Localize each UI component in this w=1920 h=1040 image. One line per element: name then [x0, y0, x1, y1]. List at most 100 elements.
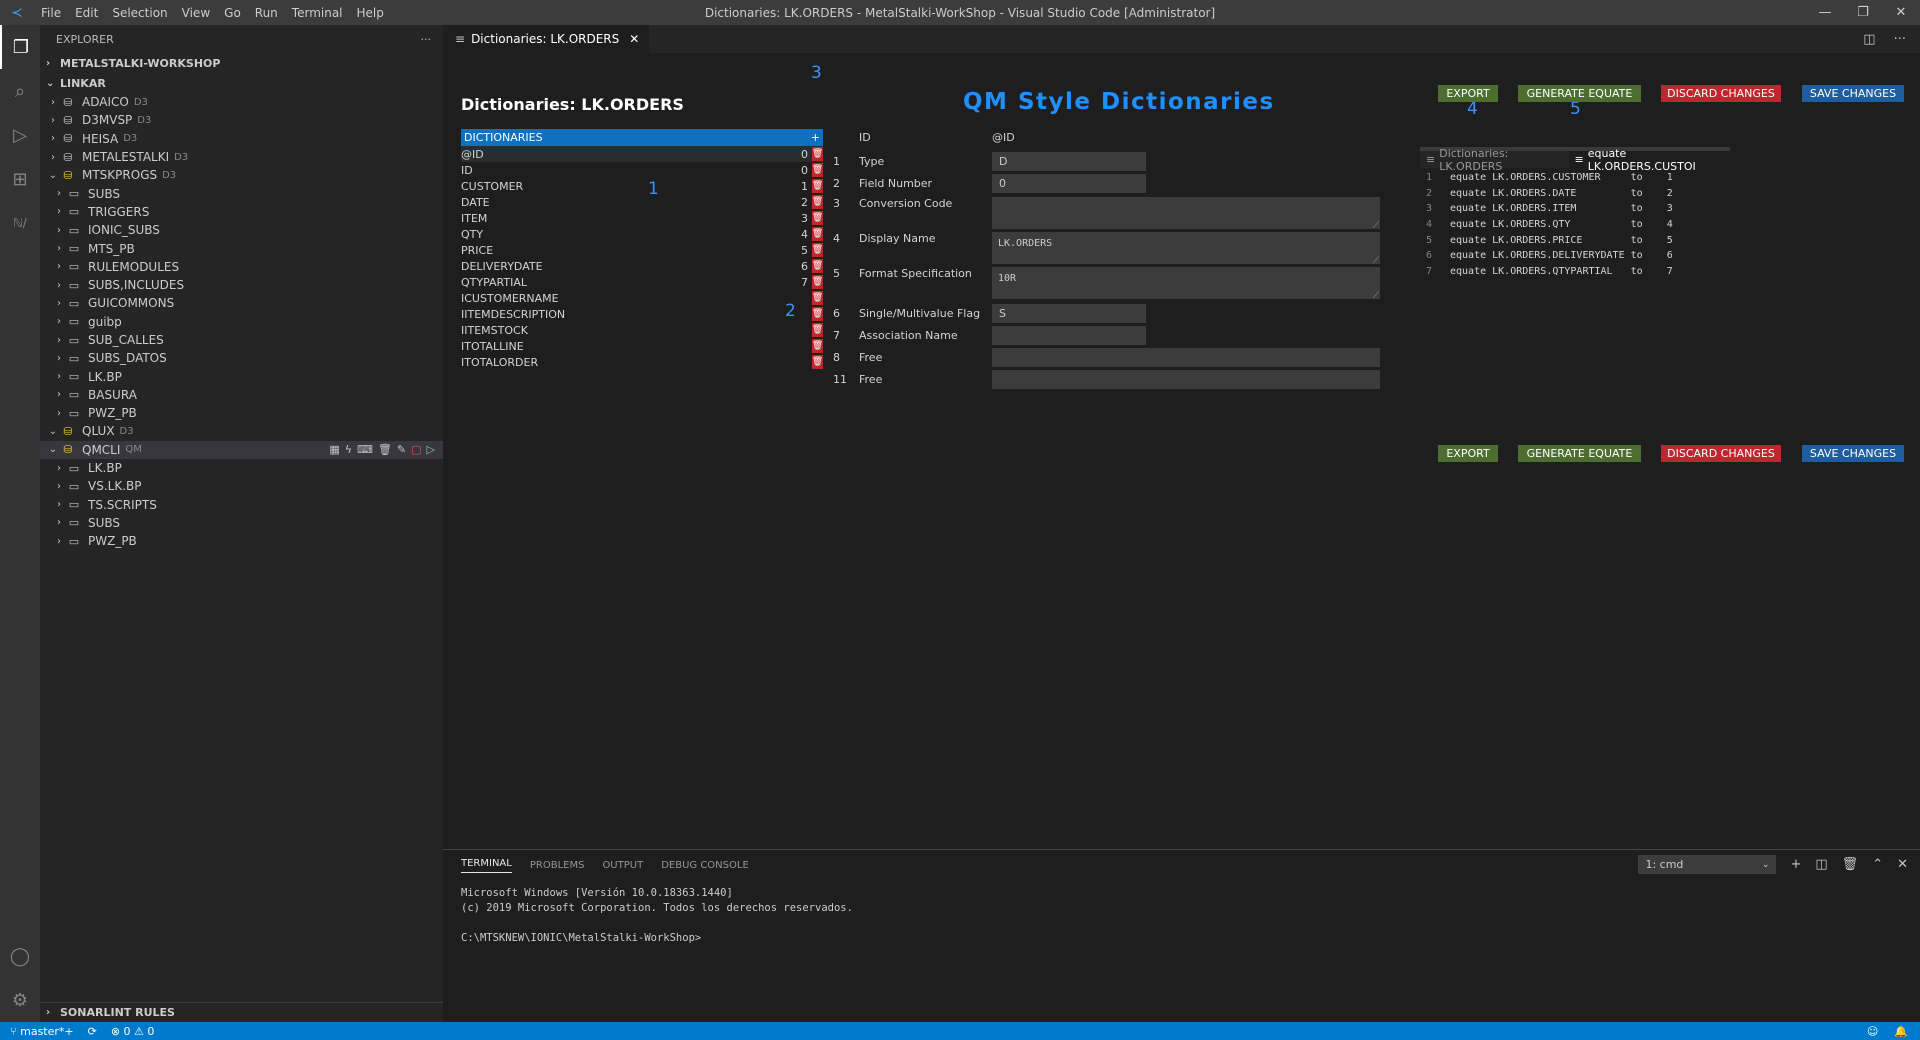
field-input[interactable] [992, 326, 1146, 345]
panel-tab-output[interactable]: OUTPUT [602, 860, 643, 871]
tree-item[interactable]: › ⛁ HEISA D3 [40, 130, 443, 148]
new-terminal-icon[interactable]: + [1790, 857, 1801, 872]
restore-icon[interactable]: ❐ [1844, 0, 1882, 25]
panel-tab-debug-console[interactable]: DEBUG CONSOLE [661, 860, 749, 871]
delete-icon[interactable]: 🗑 [812, 147, 823, 161]
dictionary-row[interactable]: ICUSTOMERNAME 🗑 [461, 290, 823, 306]
sonarlint-section[interactable]: › SONARLINT RULES [40, 1002, 443, 1022]
field-input[interactable]: D [992, 152, 1146, 171]
tree-item[interactable]: › ▭ IONIC_SUBS [40, 221, 443, 239]
git-branch[interactable]: ⑂ master*+ [10, 1025, 74, 1038]
discard-changes-button-bottom[interactable]: DISCARD CHANGES [1661, 445, 1781, 462]
tree-item[interactable]: › ▭ VS.LK.BP [40, 477, 443, 495]
stop-icon[interactable]: ▢ [411, 443, 421, 456]
dictionary-row[interactable]: PRICE 5 🗑 [461, 242, 823, 258]
workspace-section[interactable]: › METALSTALKI-WORKSHOP [40, 53, 443, 73]
sync-icon[interactable]: ⟳ [88, 1025, 97, 1038]
tree-item[interactable]: ⌄ ⛁ QLUX D3 [40, 422, 443, 440]
menu-terminal[interactable]: Terminal [285, 6, 350, 20]
tree-item[interactable]: › ▭ PWZ_PB [40, 532, 443, 550]
dictionary-row[interactable]: QTY 4 🗑 [461, 226, 823, 242]
tree-item[interactable]: › ▭ PWZ_PB [40, 404, 443, 422]
delete-icon[interactable]: 🗑 [812, 179, 823, 193]
linkar-icon[interactable]: ℕ∕ [0, 201, 40, 245]
tree-item[interactable]: › ▭ RULEMODULES [40, 258, 443, 276]
tree-item[interactable]: › ▭ LK.BP [40, 459, 443, 477]
tree-item[interactable]: › ▭ guibp [40, 313, 443, 331]
settings-gear-icon[interactable]: ⚙ [0, 978, 40, 1022]
field-input[interactable] [992, 348, 1380, 367]
delete-icon[interactable]: 🗑 [812, 195, 823, 209]
tree-item[interactable]: ⌄ ⛁ QMCLI QM ▦ ϟ ⌨ 🗑 ✎ ▢ ▷ [40, 440, 443, 459]
menu-view[interactable]: View [175, 6, 217, 20]
export-button-bottom[interactable]: EXPORT [1438, 445, 1498, 462]
dictionary-row[interactable]: IITEMSTOCK 🗑 [461, 322, 823, 338]
close-tab-icon[interactable]: ✕ [629, 32, 639, 46]
delete-icon[interactable]: 🗑 [812, 259, 823, 273]
split-editor-icon[interactable]: ◫ [1863, 32, 1875, 47]
field-textarea[interactable]: LK.ORDERS [992, 232, 1380, 266]
tree-item[interactable]: › ▭ GUICOMMONS [40, 294, 443, 312]
edit-icon[interactable]: ✎ [397, 443, 406, 456]
dictionary-row[interactable]: CUSTOMER 1 🗑 [461, 178, 823, 194]
dictionary-row[interactable]: QTYPARTIAL 7 🗑 [461, 274, 823, 290]
run-debug-icon[interactable]: ▷ [0, 113, 40, 157]
menu-edit[interactable]: Edit [68, 6, 105, 20]
more-actions-icon[interactable]: ··· [421, 33, 432, 46]
extensions-icon[interactable]: ⊞ [0, 157, 40, 201]
tree-item[interactable]: › ▭ SUBS [40, 184, 443, 202]
linkar-section[interactable]: ⌄ LINKAR [40, 73, 443, 93]
menu-help[interactable]: Help [350, 6, 391, 20]
delete-icon[interactable]: 🗑 [812, 323, 823, 337]
equate-code[interactable]: 1 equate LK.ORDERS.CUSTOMER to 1 2 equate L… [1420, 168, 1730, 282]
panel-tab-problems[interactable]: PROBLEMS [530, 860, 585, 871]
dictionary-row[interactable]: DATE 2 🗑 [461, 194, 823, 210]
split-terminal-icon[interactable]: ◫ [1815, 857, 1827, 872]
dictionary-row[interactable]: ITOTALORDER 🗑 [461, 354, 823, 370]
delete-icon[interactable]: 🗑 [812, 339, 823, 353]
tree-item[interactable]: › ▭ MTS_PB [40, 239, 443, 257]
account-icon[interactable]: ◯ [0, 934, 40, 978]
tree-item[interactable]: › ▭ SUB_CALLES [40, 331, 443, 349]
dictionary-row[interactable]: ITEM 3 🗑 [461, 210, 823, 226]
field-textarea[interactable]: 10R [992, 267, 1380, 301]
notifications-icon[interactable]: 🔔 [1894, 1025, 1908, 1038]
tree-item[interactable]: › ▭ SUBS,INCLUDES [40, 276, 443, 294]
minimize-icon[interactable]: — [1806, 0, 1844, 25]
panel-tab-terminal[interactable]: TERMINAL [461, 858, 512, 873]
close-window-icon[interactable]: ✕ [1882, 0, 1920, 25]
field-input[interactable] [992, 370, 1380, 389]
field-input[interactable]: S [992, 304, 1146, 323]
menu-run[interactable]: Run [248, 6, 285, 20]
close-panel-icon[interactable]: ✕ [1897, 857, 1908, 872]
tab-dictionaries[interactable]: ≡ Dictionaries: LK.ORDERS ✕ [443, 25, 650, 53]
tree-item[interactable]: › ▭ LK.BP [40, 367, 443, 385]
field-textarea[interactable] [992, 197, 1380, 231]
field-input[interactable]: 0 [992, 174, 1146, 193]
tree-item[interactable]: › ⛁ ADAICO D3 [40, 93, 443, 111]
dictionary-row[interactable]: DELIVERYDATE 6 🗑 [461, 258, 823, 274]
delete-icon[interactable]: 🗑 [812, 275, 823, 289]
generate-equate-button-bottom[interactable]: GENERATE EQUATE [1518, 445, 1641, 462]
search-icon[interactable]: ⌕ [0, 69, 40, 113]
table-icon[interactable]: ▦ [329, 443, 339, 456]
save-changes-button-bottom[interactable]: SAVE CHANGES [1802, 445, 1904, 462]
menu-go[interactable]: Go [217, 6, 248, 20]
menu-selection[interactable]: Selection [105, 6, 174, 20]
terminal-icon[interactable]: ⌨ [357, 443, 373, 456]
save-changes-button[interactable]: SAVE CHANGES [1802, 85, 1904, 102]
dictionary-row[interactable]: IITEMDESCRIPTION 🗑 [461, 306, 823, 322]
delete-icon[interactable]: 🗑 [812, 307, 823, 321]
trash-icon[interactable]: 🗑 [1842, 857, 1859, 872]
tree-item[interactable]: ⌄ ⛁ MTSKPROGS D3 [40, 166, 443, 184]
trash-icon[interactable]: 🗑 [378, 443, 392, 456]
tree-item[interactable]: › ▭ TS.SCRIPTS [40, 496, 443, 514]
discard-changes-button[interactable]: DISCARD CHANGES [1661, 85, 1781, 102]
explorer-icon[interactable]: ❐ [0, 25, 40, 69]
lightning-icon[interactable]: ϟ [345, 443, 352, 456]
delete-icon[interactable]: 🗑 [812, 243, 823, 257]
preview-tab-equate[interactable]: ≡ equate LK.ORDERS.CUSTOI [1568, 147, 1730, 173]
run-icon[interactable]: ▷ [427, 443, 435, 456]
tree-item[interactable]: › ▭ SUBS [40, 514, 443, 532]
tree-item[interactable]: › ▭ SUBS_DATOS [40, 349, 443, 367]
